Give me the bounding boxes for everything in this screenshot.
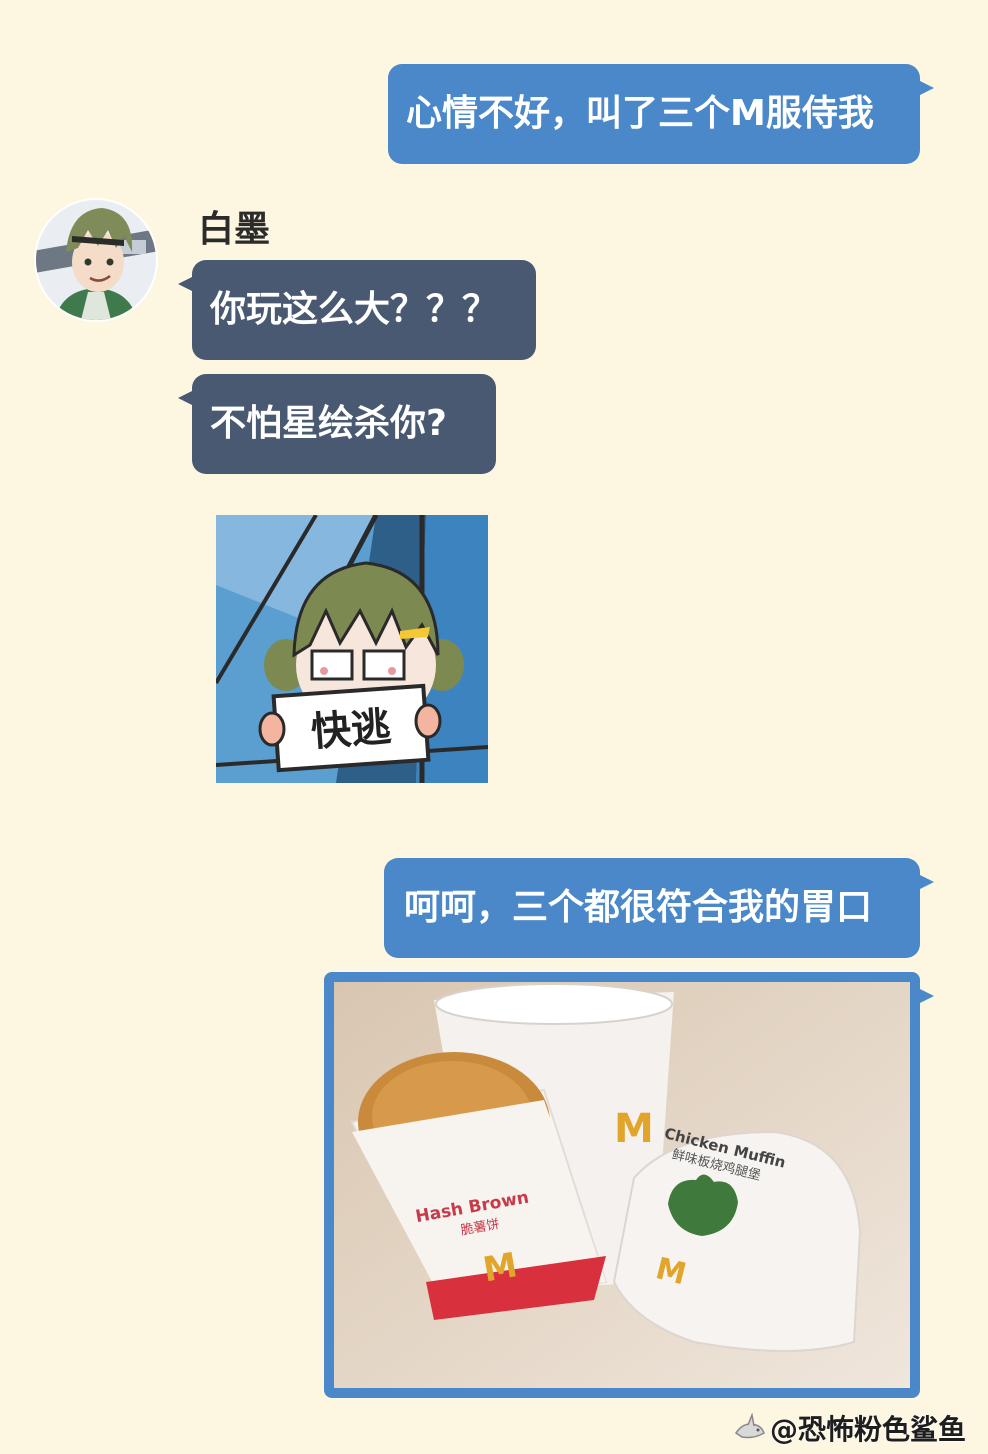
food-photo[interactable]: M Hash Brown 脆薯饼 M Chicken Muffin 鲜味板烧鸡腿… bbox=[334, 982, 910, 1388]
contact-name: 白墨 bbox=[198, 209, 271, 250]
watermark: @恐怖粉色鲨鱼 bbox=[734, 1408, 966, 1448]
message-text: 不怕星绘杀你? bbox=[210, 403, 447, 444]
watermark-text: @恐怖粉色鲨鱼 bbox=[769, 1413, 966, 1446]
outgoing-message-bubble[interactable]: 心情不好，叫了三个M服侍我 bbox=[388, 64, 934, 164]
contact-avatar[interactable] bbox=[32, 196, 160, 324]
message-text: 心情不好，叫了三个M服侍我 bbox=[406, 93, 874, 134]
message-text: 呵呵，三个都很符合我的胃口 bbox=[404, 887, 873, 928]
sticker-sign-text: 快逃 bbox=[310, 704, 393, 755]
incoming-message-bubble[interactable]: 你玩这么大？？？ bbox=[178, 260, 536, 360]
shark-icon bbox=[734, 1413, 765, 1439]
incoming-message-bubble[interactable]: 不怕星绘杀你? bbox=[178, 374, 496, 474]
cup-logo: M bbox=[614, 1106, 654, 1152]
bag-logo: M bbox=[480, 1245, 520, 1290]
message-text: 你玩这么大？？？ bbox=[210, 289, 499, 330]
outgoing-photo-message[interactable]: M Hash Brown 脆薯饼 M Chicken Muffin 鲜味板烧鸡腿… bbox=[324, 972, 934, 1398]
sticker-image[interactable]: 快逃 bbox=[216, 515, 488, 783]
outgoing-message-bubble[interactable]: 呵呵，三个都很符合我的胃口 bbox=[384, 858, 934, 958]
